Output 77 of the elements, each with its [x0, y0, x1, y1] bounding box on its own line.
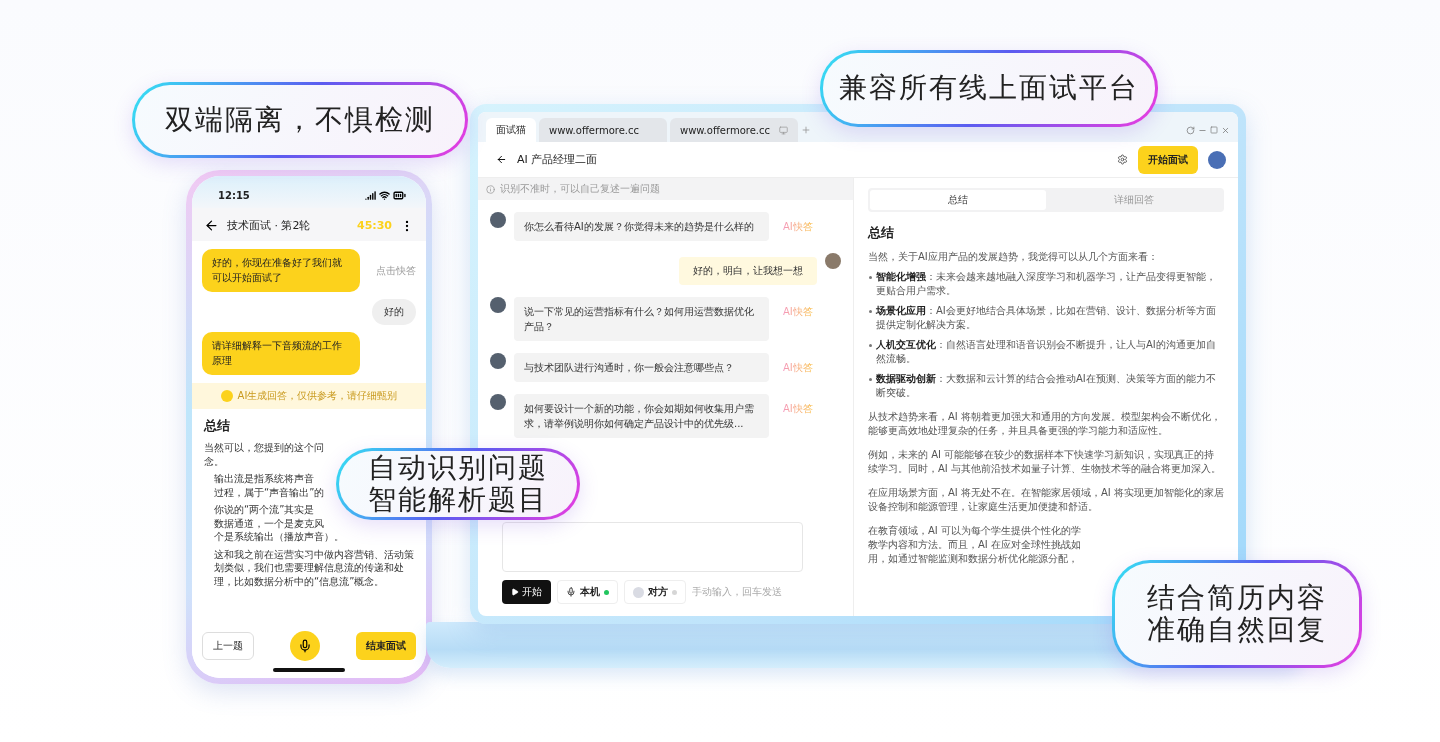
avatar — [825, 253, 841, 269]
interview-title: 技术面试 · 第2轮 — [227, 218, 312, 233]
local-audio-button[interactable]: 本机 — [557, 580, 618, 604]
status-time: 12:15 — [218, 189, 250, 201]
remote-audio-button[interactable]: 对方 — [624, 580, 686, 604]
answer-text: 过程，属于“声音输出”的 — [214, 485, 325, 499]
callout-text: 准确自然回复 — [1147, 614, 1327, 647]
question-bubble: 你怎么看待AI的发展？你觉得未来的趋势是什么样的 — [514, 212, 769, 241]
play-icon — [511, 588, 519, 596]
answer-text: 这和我之前在运营实习中做内容营销、活动策划类似，我们也需要理解信息流的传递和处理，比如数据分析中的“信息流”概念。 — [214, 547, 414, 588]
summary-text: 教学内容和方法。而且，AI 在应对全球性挑战如 — [868, 538, 1081, 552]
bullet-icon — [869, 378, 872, 381]
avatar — [490, 394, 506, 410]
summary-text: 在应用场景方面，AI 将无处不在。在智能家居领域，AI 将实现更加智能化的家居设备控制和能源管理，让家庭生活更加便捷和舒适。 — [868, 486, 1224, 514]
question-bubble: 与技术团队进行沟通时，你一般会注意哪些点？ — [514, 353, 769, 382]
reply-bubble: 好的，明白，让我想一想 — [679, 257, 817, 285]
bullet-icon — [869, 310, 872, 313]
bullet-icon — [869, 344, 872, 347]
signal-icon — [365, 189, 376, 201]
back-arrow-icon — [496, 154, 507, 165]
previous-button[interactable]: 上一题 — [202, 632, 254, 660]
close-icon — [1221, 125, 1230, 135]
summary-text: 从技术趋势来看，AI 将朝着更加强大和通用的方向发展。模型架构会不断优化，能够更高效地处理复杂的任务，并且具备更强的学习能力和适应性。 — [868, 410, 1222, 438]
answer-text: 数据通道，一个是麦克风 — [214, 516, 324, 530]
notice-text: AI生成回答，仅供参考，请仔细甄别 — [237, 389, 398, 403]
input-hint: 手动输入，回车发送 — [692, 585, 782, 599]
summary-text: 例如，未来的 AI 可能能够在较少的数据样本下快速学习新知识，实现真正的持续学习。同时，AI 与其他前沿技术如量子计算、生物技术等的融合将更加深入。 — [868, 448, 1222, 476]
avatar — [490, 212, 506, 228]
callout-text: 兼容所有线上面试平台 — [839, 72, 1139, 105]
question-bubble: 请详细解释一下音频流的工作原理 — [202, 332, 360, 375]
summary-bullet: 人机交互优化：自然语言处理和语音识别会不断提升，让人与AI的沟通更加自然流畅。 — [876, 339, 1216, 364]
summary-bullet: 场景化应用：AI会更好地结合具体场景，比如在营销、设计、数据分析等方面提供定制化解决方案。 — [876, 305, 1216, 330]
page-title: AI 产品经理二面 — [517, 152, 599, 167]
circle-icon — [633, 586, 644, 598]
mic-icon — [298, 639, 312, 653]
panel-tab[interactable]: 总结 — [870, 190, 1046, 210]
question-bubble: 好的，你现在准备好了我们就可以开始面试了 — [202, 249, 360, 292]
answer-text: 你说的“两个流”其实是 — [214, 503, 315, 517]
browser-tab[interactable]: www.offermore.cc — [539, 118, 667, 142]
summary-heading: 总结 — [868, 224, 895, 242]
callout-text: 自动识别问题 — [368, 451, 548, 484]
settings-icon — [1117, 154, 1128, 165]
avatar — [1208, 150, 1226, 169]
end-interview-button[interactable]: 结束面试 — [356, 632, 416, 660]
reload-icon — [1186, 125, 1195, 135]
summary-text: 在教育领域，AI 可以为每个学生提供个性化的学 — [868, 524, 1081, 538]
start-button[interactable]: 开始 — [502, 580, 551, 604]
browser-tab[interactable]: www.offermore.cc — [670, 118, 798, 142]
home-indicator — [273, 668, 345, 672]
answer-text: 个是系统输出（播放声音）。 — [214, 530, 344, 544]
start-interview-button[interactable]: 开始面试 — [1138, 145, 1198, 174]
summary-text: 用，如通过智能监测和数据分析优化能源分配， — [868, 552, 1078, 566]
mic-icon — [566, 587, 576, 597]
wifi-icon — [379, 189, 390, 201]
answer-text: 当然可以，您提到的这个问 — [204, 441, 324, 455]
callout-text: 双端隔离，不惧检测 — [165, 103, 435, 137]
answer-text: 念。 — [204, 454, 224, 468]
avatar — [490, 353, 506, 369]
callout-text: 结合简历内容 — [1147, 581, 1327, 614]
monitor-icon — [779, 125, 788, 135]
mic-button[interactable] — [290, 631, 320, 661]
input-field[interactable] — [502, 522, 803, 572]
maximize-icon — [1210, 126, 1218, 134]
answer-text: 输出流是指系统将声音 — [214, 472, 314, 486]
callout-text: 智能解析题目 — [368, 484, 548, 517]
summary-bullet: 智能化增强：未来会越来越地融入深度学习和机器学习，让产品变得更智能，更贴合用户需求。 — [876, 271, 1216, 296]
plus-icon — [801, 125, 811, 135]
answer-heading: 总结 — [204, 417, 231, 435]
summary-text: 当然，关于AI应用产品的发展趋势，我觉得可以从几个方面来看： — [868, 250, 1159, 264]
question-bubble: 如何要设计一个新的功能，你会如期如何收集用户需求，请举例说明你如何确定产品设计中的优先级... — [514, 394, 769, 438]
question-bubble: 说一下常见的运营指标有什么？如何用运营数据优化产品？ — [514, 297, 769, 341]
summary-bullet: 数据驱动创新：大数据和云计算的结合会推动AI在预测、决策等方面的能力不断突破。 — [876, 373, 1216, 398]
reply-bubble: 好的 — [372, 299, 416, 325]
browser-tab[interactable]: 面试猫 — [486, 118, 536, 142]
bullet-icon — [869, 276, 872, 279]
timer: 45:30 — [357, 219, 392, 232]
avatar — [490, 297, 506, 313]
